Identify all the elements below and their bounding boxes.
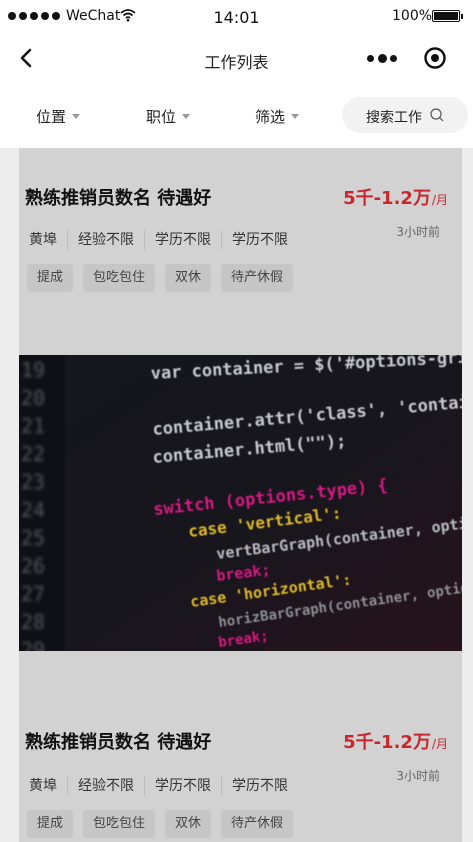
filter-location[interactable]: 位置: [36, 106, 81, 127]
filter-label: 位置: [36, 108, 67, 126]
battery-icon: [432, 10, 463, 22]
job-salary: 5千-1.2万/月: [343, 188, 448, 209]
benefit-chip: 包吃包住: [83, 810, 156, 838]
job-tag: 学历不限: [232, 778, 288, 794]
benefit-chip: 包吃包住: [83, 264, 156, 292]
filter-screen[interactable]: 筛选: [255, 106, 300, 127]
search-job-button[interactable]: 搜索工作: [342, 97, 468, 133]
filter-bar: 位置 职位 筛选 搜索工作: [0, 84, 473, 148]
benefit-chip: 提成: [27, 810, 74, 838]
filter-label: 筛选: [255, 108, 286, 126]
search-icon: [430, 108, 444, 122]
job-posted-time: 3小时前: [396, 225, 440, 239]
job-tag: 黄埠: [19, 776, 68, 796]
job-title: 熟练推销员数名 待遇好: [25, 188, 212, 209]
benefit-chip: 双休: [165, 264, 212, 292]
banner-image: 19 20 21 22 23 24 25 26 27 28 29 var con…: [19, 355, 462, 651]
job-list: 熟练推销员数名 待遇好 5千-1.2万/月 3小时前 黄埠 经验不限 学历不限 …: [19, 148, 462, 842]
caret-down-icon: [291, 114, 300, 119]
benefit-chip: 待产休假: [221, 264, 294, 292]
job-tag: 黄埠: [19, 230, 68, 250]
job-tags: 黄埠 经验不限 学历不限 学历不限: [19, 776, 298, 796]
benefit-chip: 双休: [165, 810, 212, 838]
job-tag: 经验不限: [68, 776, 145, 796]
mini-program-capsule: [357, 42, 461, 74]
job-tag: 学历不限: [232, 232, 288, 248]
job-benefits: 提成 包吃包住 双休 待产休假: [27, 810, 294, 838]
battery-percent: 100%: [392, 8, 433, 24]
more-dots-icon[interactable]: [367, 50, 397, 66]
job-title: 熟练推销员数名 待遇好: [25, 732, 212, 753]
filter-position[interactable]: 职位: [146, 106, 191, 127]
job-tag: 学历不限: [145, 230, 222, 250]
job-benefits: 提成 包吃包住 双休 待产休假: [27, 264, 294, 292]
status-bar: WeChat 14:01 100%: [0, 0, 473, 32]
caret-down-icon: [182, 114, 191, 119]
benefit-chip: 待产休假: [221, 810, 294, 838]
search-label: 搜索工作: [366, 110, 422, 126]
target-icon[interactable]: [423, 46, 447, 70]
job-tags: 黄埠 经验不限 学历不限 学历不限: [19, 230, 298, 250]
job-tag: 学历不限: [145, 776, 222, 796]
navigation-bar: 工作列表: [0, 32, 473, 84]
benefit-chip: 提成: [27, 264, 74, 292]
job-card[interactable]: 熟练推销员数名 待遇好 5千-1.2万/月 3小时前 黄埠 经验不限 学历不限 …: [19, 651, 462, 842]
caret-down-icon: [72, 114, 81, 119]
filter-label: 职位: [146, 108, 177, 126]
job-posted-time: 3小时前: [396, 769, 440, 783]
job-salary: 5千-1.2万/月: [343, 732, 448, 753]
job-tag: 经验不限: [68, 230, 145, 250]
job-card[interactable]: 熟练推销员数名 待遇好 5千-1.2万/月 3小时前 黄埠 经验不限 学历不限 …: [19, 148, 462, 355]
code-screenshot: 19 20 21 22 23 24 25 26 27 28 29 var con…: [19, 355, 462, 651]
